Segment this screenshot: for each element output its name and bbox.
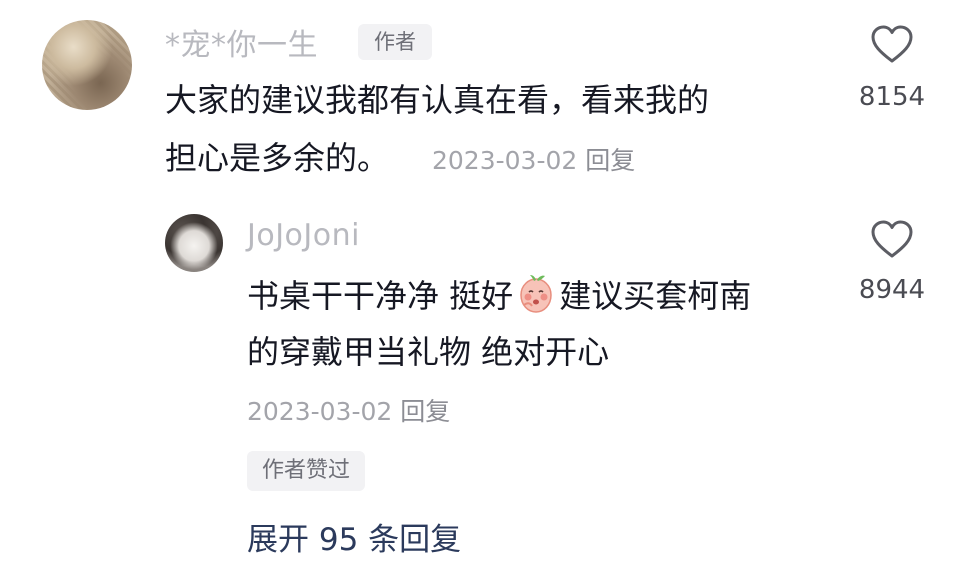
comment-text-line: 大家的建议我都有认真在看，看来我的: [165, 81, 710, 119]
reply-button[interactable]: 回复: [585, 146, 635, 175]
like-heart-icon[interactable]: [870, 219, 914, 259]
author-liked-badge: 作者赞过: [247, 451, 366, 491]
comment-meta: 2023-03-02 回复: [432, 141, 635, 177]
reply-meta: 2023-03-02 回复: [247, 392, 450, 428]
like-heart-icon[interactable]: [870, 24, 914, 64]
like-count: 8944: [858, 275, 926, 305]
peach-shy-emoji-icon: [520, 275, 552, 313]
reply-text-line: 书桌干干净净 挺好 建议买套柯南: [247, 267, 751, 325]
reply-username[interactable]: JoJoJoni: [247, 218, 360, 253]
avatar[interactable]: [165, 214, 223, 272]
comment-text-line: 担心是多余的。: [165, 139, 390, 177]
reply-text-line: 的穿戴甲当礼物 绝对开心: [247, 333, 610, 371]
comment-username[interactable]: *宠*你一生: [165, 20, 318, 64]
avatar[interactable]: [42, 20, 132, 110]
reply-text-part: 书桌干干净净 挺好: [247, 277, 514, 315]
author-badge: 作者: [358, 24, 432, 60]
comment-date: 2023-03-02: [432, 146, 578, 175]
reply-date: 2023-03-02: [247, 397, 393, 426]
expand-replies-button[interactable]: 展开 95 条回复: [247, 514, 461, 559]
reply-button[interactable]: 回复: [400, 397, 450, 426]
like-count: 8154: [858, 82, 926, 112]
reply-text-part: 建议买套柯南: [559, 277, 752, 315]
